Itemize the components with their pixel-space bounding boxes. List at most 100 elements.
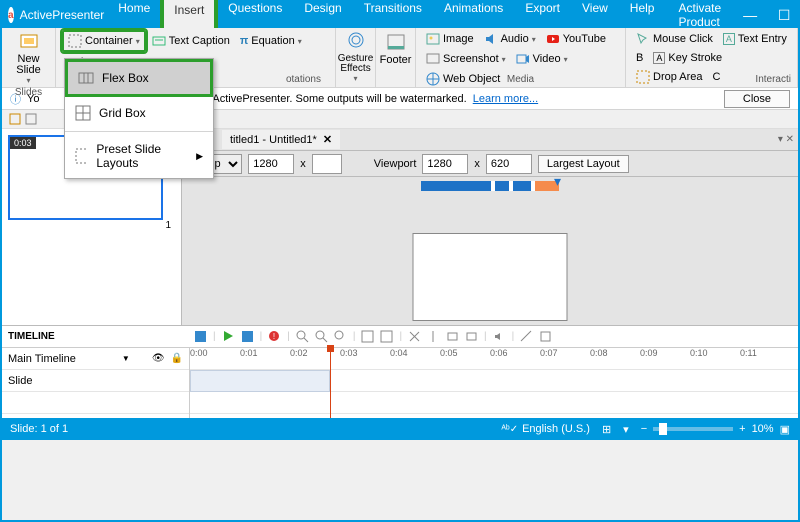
- qat-icon1[interactable]: [8, 112, 22, 126]
- view-mode-icon[interactable]: ⊞: [602, 423, 611, 436]
- doc-tab-close[interactable]: ✕: [323, 133, 332, 146]
- equation-label: Equation: [251, 35, 294, 47]
- volume-icon[interactable]: [493, 330, 506, 343]
- snap2-icon[interactable]: [380, 330, 393, 343]
- status-bar: Slide: 1 of 1 ᴬᵇ✓ English (U.S.) ⊞ ▾ − +…: [2, 418, 798, 440]
- tick: 0:05: [440, 348, 490, 369]
- doc-tabs-menu[interactable]: ▾ ✕: [778, 134, 798, 145]
- text-entry-button[interactable]: AText Entry: [719, 30, 791, 48]
- footer-button[interactable]: Footer: [382, 30, 409, 68]
- view-mode-dropdown[interactable]: ▾: [623, 423, 629, 436]
- equation-button[interactable]: π Equation▾: [236, 30, 306, 52]
- timeline-toolbar: | | ! | | | | |: [190, 330, 798, 343]
- misc1-icon[interactable]: [520, 330, 533, 343]
- x-label2: x: [474, 158, 480, 170]
- tl-sep7: |: [512, 331, 515, 342]
- track-main[interactable]: Main Timeline▼👁🔒: [2, 348, 189, 370]
- zoom-minus[interactable]: −: [641, 423, 647, 435]
- key-icon: A: [653, 52, 665, 64]
- width-input[interactable]: [248, 154, 294, 174]
- vp-height-input[interactable]: [486, 154, 532, 174]
- container-button[interactable]: Container▾: [62, 30, 146, 52]
- tl-sep6: |: [484, 331, 487, 342]
- split-icon[interactable]: [427, 330, 440, 343]
- lock-icon[interactable]: 🔒: [171, 353, 183, 364]
- screenshot-label: Screenshot: [443, 53, 499, 65]
- play-icon[interactable]: [222, 330, 235, 343]
- screenshot-button[interactable]: Screenshot▾: [422, 50, 510, 68]
- tick: 0:04: [390, 348, 440, 369]
- preset-label: Preset Slide Layouts: [96, 142, 188, 170]
- slide-canvas[interactable]: [413, 233, 568, 321]
- grid-icon: [75, 105, 91, 121]
- qat-icon2[interactable]: [24, 112, 38, 126]
- youtube-button[interactable]: YouTube: [542, 30, 610, 48]
- maximize-button[interactable]: ☐: [767, 2, 800, 28]
- container-label: Container: [85, 35, 133, 47]
- window-controls: — ☐ ✕: [733, 2, 800, 28]
- footer-label: Footer: [380, 54, 412, 66]
- cut-icon[interactable]: [408, 330, 421, 343]
- snap-icon[interactable]: [361, 330, 374, 343]
- zoom-fit-icon[interactable]: [334, 330, 347, 343]
- slide-icon: [18, 32, 40, 54]
- key-stroke-button[interactable]: AKey Stroke: [649, 50, 726, 66]
- trim2-icon[interactable]: [465, 330, 478, 343]
- trim-icon[interactable]: [446, 330, 459, 343]
- responsive-indicator[interactable]: ▾: [421, 181, 559, 191]
- b-button[interactable]: B: [632, 50, 647, 66]
- menu-preset-layouts[interactable]: Preset Slide Layouts ▶: [65, 134, 213, 178]
- gesture-effects-button[interactable]: Gesture Effects▾: [342, 30, 369, 85]
- zoom-knob[interactable]: [659, 423, 667, 435]
- zoom-fit-icon[interactable]: ▣: [780, 423, 790, 436]
- track-area[interactable]: 0:00 0:01 0:02 0:03 0:04 0:05 0:06 0:07 …: [190, 348, 798, 418]
- mouse-click-button[interactable]: Mouse Click: [632, 30, 717, 48]
- slide-track-label: Slide: [8, 375, 32, 387]
- screenshot-icon: [426, 52, 440, 66]
- zoom-in-icon[interactable]: [296, 330, 309, 343]
- slide-clip[interactable]: [190, 370, 330, 392]
- zoom-plus[interactable]: +: [739, 423, 745, 435]
- text-caption-button[interactable]: Text Caption: [148, 30, 234, 52]
- image-icon: [426, 32, 440, 46]
- slide-counter: Slide: 1 of 1: [10, 423, 68, 435]
- eye-icon[interactable]: 👁: [152, 353, 165, 364]
- height-input[interactable]: [312, 154, 342, 174]
- zoom-out-icon[interactable]: [315, 330, 328, 343]
- text-caption-icon: [152, 34, 166, 48]
- minimize-button[interactable]: —: [733, 2, 767, 28]
- lang-icon: ᴬᵇ✓: [501, 424, 518, 435]
- tl-start-icon[interactable]: [194, 330, 207, 343]
- track-empty: [2, 392, 189, 414]
- vp-width-input[interactable]: [422, 154, 468, 174]
- tick: 0:10: [690, 348, 740, 369]
- timeline-title: TIMELINE: [2, 331, 190, 342]
- record-icon[interactable]: !: [268, 330, 281, 343]
- learn-more-link[interactable]: Learn more...: [473, 93, 538, 105]
- stop-icon[interactable]: [241, 330, 254, 343]
- menu-grid-box[interactable]: Grid Box: [65, 97, 213, 129]
- new-slide-button[interactable]: New Slide▾: [8, 30, 49, 87]
- menu-flex-box[interactable]: Flex Box: [65, 59, 213, 97]
- tick: 0:01: [240, 348, 290, 369]
- grid-label: Grid Box: [99, 106, 146, 120]
- tl-sep: |: [213, 331, 216, 342]
- zoom-slider[interactable]: [653, 427, 733, 431]
- largest-layout-button[interactable]: Largest Layout: [538, 155, 629, 173]
- tick: 0:09: [640, 348, 690, 369]
- x-label: x: [300, 158, 306, 170]
- doc-tab-1[interactable]: titled1 - Untitled1* ✕: [222, 130, 340, 149]
- misc2-icon[interactable]: [539, 330, 552, 343]
- image-button[interactable]: Image: [422, 30, 478, 48]
- group-slides: Slides: [8, 87, 49, 98]
- audio-button[interactable]: Audio▾: [480, 30, 540, 48]
- tl-sep4: |: [353, 331, 356, 342]
- audio-label: Audio: [501, 33, 529, 45]
- notice-close-button[interactable]: Close: [724, 90, 790, 108]
- track-slide[interactable]: Slide: [2, 370, 189, 392]
- status-language: English (U.S.): [522, 423, 590, 435]
- playhead[interactable]: [330, 348, 331, 418]
- video-button[interactable]: Video▾: [512, 50, 572, 68]
- language-selector[interactable]: ᴬᵇ✓ English (U.S.): [501, 423, 590, 435]
- chevron-down-icon: ▼: [122, 354, 130, 363]
